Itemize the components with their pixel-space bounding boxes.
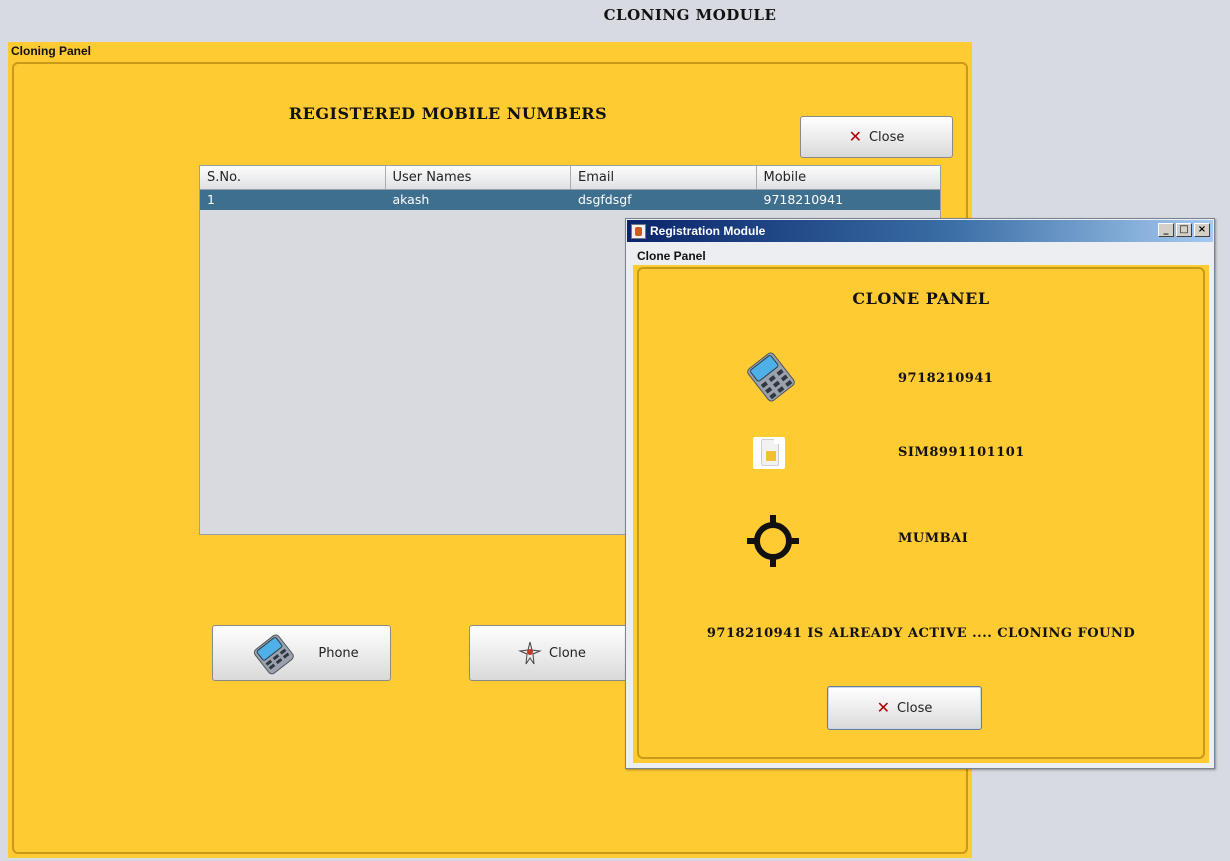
clone-status-message: 9718210941 IS ALREADY ACTIVE .... CLONIN… bbox=[706, 626, 1136, 641]
clone-button-label: Clone bbox=[549, 645, 586, 661]
clone-panel: CLONE PANEL 9718210941 SIM8991101101 MUM… bbox=[633, 265, 1209, 763]
table-header: S.No. User Names Email Mobile bbox=[200, 166, 940, 190]
location-value: MUMBAI bbox=[898, 531, 969, 546]
phone-button[interactable]: Phone bbox=[212, 625, 391, 681]
phone-icon bbox=[254, 634, 295, 675]
clone-panel-heading: CLONE PANEL bbox=[852, 289, 990, 308]
cell-mobile: 9718210941 bbox=[763, 192, 844, 207]
java-app-icon bbox=[631, 223, 646, 239]
sim-number-value: SIM8991101101 bbox=[898, 445, 1025, 460]
popup-close-button-label: Close bbox=[896, 700, 933, 716]
close-x-icon: ✕ bbox=[876, 698, 890, 717]
cloning-panel-caption: Cloning Panel bbox=[11, 44, 92, 58]
table-row[interactable]: 1 akash dsgfdsgf 9718210941 bbox=[200, 190, 940, 210]
registered-numbers-heading: REGISTERED MOBILE NUMBERS bbox=[288, 104, 608, 123]
column-header-email[interactable]: Email bbox=[571, 166, 757, 189]
window-controls: _ □ × bbox=[1158, 223, 1210, 237]
registration-module-window: Registration Module _ □ × Clone Panel CL… bbox=[625, 218, 1215, 769]
minimize-button[interactable]: _ bbox=[1158, 223, 1174, 237]
clone-panel-caption: Clone Panel bbox=[637, 249, 706, 263]
column-header-user-names[interactable]: User Names bbox=[386, 166, 571, 189]
popup-close-button[interactable]: ✕ Close bbox=[827, 686, 982, 730]
close-x-icon: ✕ bbox=[848, 127, 862, 146]
column-header-sno[interactable]: S.No. bbox=[200, 166, 386, 189]
window-titlebar[interactable]: Registration Module _ □ × bbox=[627, 220, 1213, 242]
close-button-label: Close bbox=[868, 129, 905, 145]
cell-sno: 1 bbox=[207, 192, 215, 207]
location-target-icon bbox=[747, 515, 799, 567]
phone-icon bbox=[747, 352, 795, 402]
sim-card-icon bbox=[753, 437, 785, 469]
maximize-button[interactable]: □ bbox=[1176, 223, 1192, 237]
mobile-number-value: 9718210941 bbox=[898, 371, 994, 386]
cell-email: dsgfdsgf bbox=[578, 192, 632, 207]
page-title: CLONING MODULE bbox=[603, 6, 777, 24]
phone-button-label: Phone bbox=[318, 645, 359, 661]
close-button[interactable]: ✕ Close bbox=[800, 116, 953, 158]
window-title: Registration Module bbox=[650, 224, 766, 238]
clone-button[interactable]: Clone bbox=[469, 625, 633, 681]
cell-user-name: akash bbox=[392, 192, 430, 207]
clone-icon bbox=[518, 641, 542, 665]
column-header-mobile[interactable]: Mobile bbox=[757, 166, 941, 189]
window-close-button[interactable]: × bbox=[1194, 223, 1210, 237]
